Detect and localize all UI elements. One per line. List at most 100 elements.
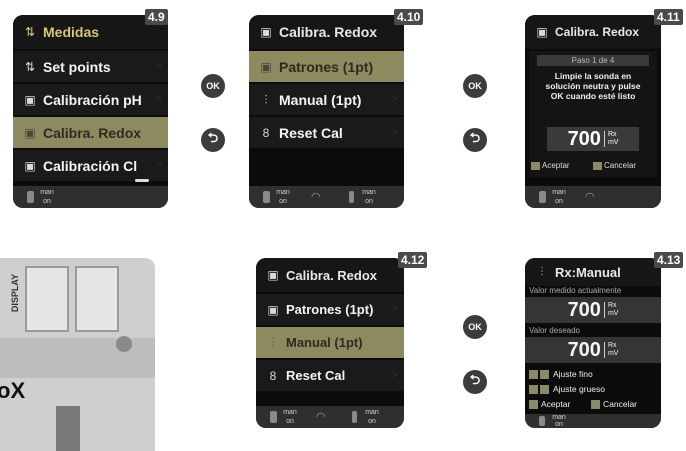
- back-arrow-icon: ⮌: [469, 130, 481, 145]
- back-arrow-icon: ⮌: [469, 372, 481, 387]
- menu-item-manual[interactable]: ⫶ Manual (1pt) >: [249, 84, 404, 115]
- manual-probe-icon: ⫶: [540, 265, 544, 279]
- screen-header: ▣ Calibra. Redox: [256, 258, 404, 292]
- cancel-button[interactable]: Cancelar: [591, 399, 637, 409]
- probe-icon: [270, 411, 277, 423]
- menu-item-reset-cal[interactable]: 8 Reset Cal >: [249, 117, 404, 148]
- status-bar: man on ◠: [525, 186, 661, 208]
- probe-icon: [539, 191, 546, 203]
- accept-button[interactable]: Aceptar: [531, 161, 570, 170]
- probe-icon: [349, 191, 354, 203]
- status-man: man: [365, 409, 379, 416]
- header-title: Rx:Manual: [555, 264, 621, 280]
- coarse-adjust-hint: Ajuste grueso: [529, 384, 605, 394]
- status-on: on: [43, 198, 51, 205]
- unit-divider: [603, 342, 605, 358]
- reset-icon: 8: [262, 125, 270, 140]
- back-button[interactable]: ⮌: [201, 128, 225, 152]
- chevron-right-icon: >: [392, 370, 398, 381]
- left-key-icon: [529, 369, 538, 379]
- menu-item-calibracion-ph[interactable]: ▣ Calibración pH >: [13, 84, 168, 115]
- status-man: man: [276, 189, 290, 196]
- status-on: on: [555, 198, 563, 205]
- ok-button[interactable]: OK: [201, 74, 225, 98]
- screen-header: ⫶ Rx:Manual: [525, 258, 661, 286]
- back-arrow-icon: ⮌: [207, 130, 219, 145]
- screen-header: ▣ Calibra. Redox: [249, 15, 404, 49]
- menu-item-patrones[interactable]: ▣ Patrones (1pt): [249, 51, 404, 82]
- header-title: Medidas: [43, 24, 100, 40]
- figure-tag: 4.12: [398, 252, 428, 268]
- status-on: on: [279, 198, 287, 205]
- accept-button[interactable]: Aceptar: [529, 399, 570, 409]
- status-man: man: [40, 189, 54, 196]
- board-text: oX: [0, 378, 26, 403]
- calibration-icon: ▣: [536, 25, 548, 39]
- cancel-button[interactable]: Cancelar: [593, 161, 636, 170]
- screen-redox-calibration-step: ▣ Calibra. Redox Paso 1 de 4 Limpie la s…: [525, 15, 661, 208]
- unit-label: Rx mV: [607, 131, 619, 146]
- menu-item-calibracion-cl[interactable]: ▣ Calibración Cl >: [13, 150, 168, 181]
- unit-divider: [603, 131, 605, 147]
- instruction-text: Limpie la sonda en solución neutra y pul…: [545, 71, 641, 101]
- fine-adjust-hint: Ajuste fino: [529, 369, 593, 379]
- screen-rx-manual: ⫶ Rx:Manual Valor medido actualmente 700…: [525, 258, 661, 428]
- status-man: man: [552, 189, 566, 196]
- status-on: on: [365, 198, 373, 205]
- step-indicator: Paso 1 de 4: [537, 55, 649, 66]
- wifi-icon: ◠: [316, 411, 326, 423]
- connector-pin: [56, 406, 80, 451]
- menu-item-calibra-redox[interactable]: ▣ Calibra. Redox: [13, 117, 168, 148]
- reading-value: 700: [567, 127, 601, 150]
- connector-block: [25, 266, 69, 332]
- menu-item-patrones[interactable]: ▣ Patrones (1pt) >: [256, 294, 404, 325]
- chevron-right-icon: >: [156, 94, 162, 105]
- right-key-icon: [540, 369, 549, 379]
- calibration-icon: ▣: [24, 92, 36, 107]
- calibration-icon: ▣: [260, 25, 272, 39]
- screen-calibra-redox-menu: ▣ Calibra. Redox ▣ Patrones (1pt) ⫶ Manu…: [249, 15, 404, 208]
- chevron-right-icon: >: [156, 61, 162, 72]
- mount-hole: [116, 336, 132, 352]
- desired-label: Valor deseado: [529, 326, 580, 335]
- status-bar: man on: [13, 186, 168, 208]
- manual-probe-icon: ⫶: [271, 335, 275, 350]
- calibration-icon: ▣: [24, 125, 36, 140]
- measured-value: 700: [567, 298, 601, 321]
- chevron-right-icon: >: [156, 160, 162, 171]
- back-key-icon: [591, 399, 600, 409]
- calibration-icon: ▣: [267, 302, 279, 317]
- chevron-right-icon: >: [392, 304, 398, 315]
- down-key-icon: [540, 384, 549, 394]
- unit-label: Rx mV: [607, 342, 619, 357]
- probe-icon: [263, 191, 270, 203]
- menu-item-set-points[interactable]: ⇅ Set points >: [13, 51, 168, 82]
- display-label: DISPLAY: [10, 273, 21, 313]
- probe-icon: [352, 411, 357, 423]
- chevron-right-icon: >: [392, 127, 398, 138]
- menu-item-manual[interactable]: ⫶ Manual (1pt): [256, 327, 404, 358]
- ok-button[interactable]: OK: [463, 315, 487, 339]
- figure-tag: 4.13: [654, 252, 684, 268]
- reset-icon: 8: [269, 368, 277, 383]
- header-title: Calibra. Redox: [555, 25, 640, 39]
- figure-tag: 4.10: [394, 9, 424, 25]
- ok-key-icon: [529, 399, 538, 409]
- calibration-icon: ▣: [260, 59, 272, 74]
- ok-button[interactable]: OK: [463, 74, 487, 98]
- step-panel: Paso 1 de 4 Limpie la sonda en solución …: [529, 51, 657, 177]
- unit-divider: [603, 302, 605, 318]
- desired-display: 700 Rx mV: [525, 337, 661, 363]
- measures-icon: ⇅: [24, 25, 36, 39]
- calibration-icon: ▣: [267, 268, 279, 282]
- back-button[interactable]: ⮌: [463, 370, 487, 394]
- back-button[interactable]: ⮌: [463, 128, 487, 152]
- screen-header: ▣ Calibra. Redox: [525, 15, 661, 49]
- measured-label: Valor medido actualmente: [529, 286, 622, 295]
- probe-icon: [539, 416, 545, 426]
- measured-display: 700 Rx mV: [525, 297, 661, 323]
- probe-icon: [27, 191, 34, 203]
- desired-value: 700: [567, 338, 601, 361]
- menu-item-reset-cal[interactable]: 8 Reset Cal >: [256, 360, 404, 391]
- status-bar: man on ◠ man on: [249, 186, 404, 208]
